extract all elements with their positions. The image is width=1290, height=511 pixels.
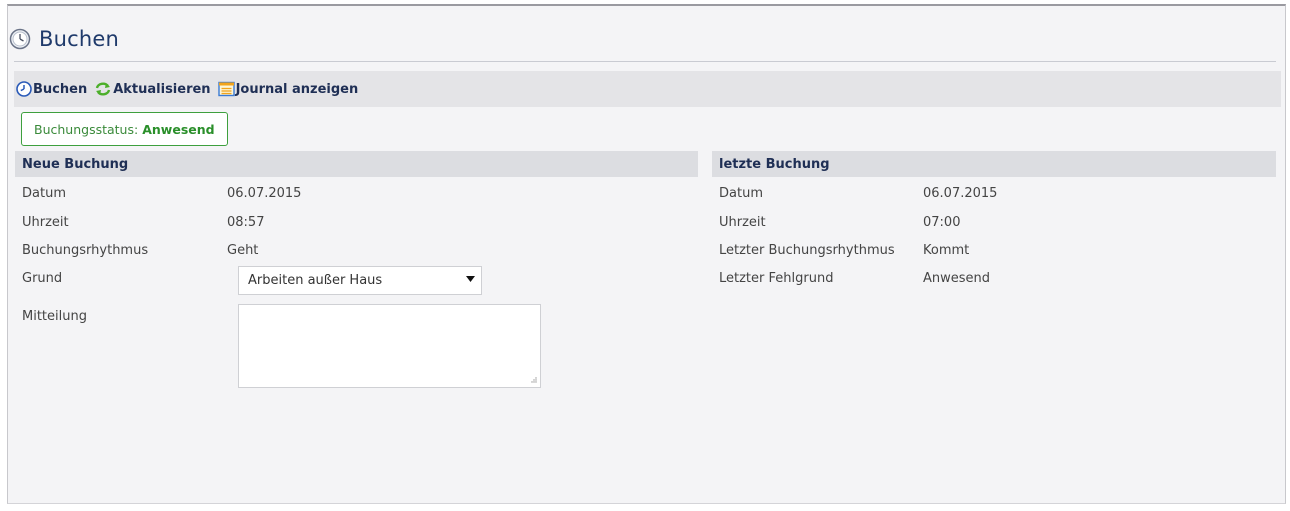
page-header: Buchen — [9, 24, 119, 54]
new-booking-title: Neue Buchung — [22, 156, 129, 172]
field-value: 07:00 — [923, 215, 961, 230]
field-label: Datum — [22, 186, 66, 201]
reason-label: Grund — [22, 271, 63, 286]
status-label: Buchungsstatus: — [34, 121, 139, 137]
message-textarea[interactable] — [238, 304, 541, 388]
field-value: 08:57 — [227, 215, 265, 230]
field-value: 06.07.2015 — [227, 186, 302, 201]
field-label: Letzter Buchungsrhythmus — [719, 243, 895, 258]
reason-select[interactable]: Arbeiten außer Haus — [238, 266, 482, 295]
journal-button-label: Journal anzeigen — [235, 81, 359, 97]
refresh-button[interactable]: Aktualisieren — [94, 81, 211, 97]
new-booking-header: Neue Buchung — [15, 151, 698, 177]
journal-button[interactable]: Journal anzeigen — [217, 81, 359, 97]
dropdown-arrow-icon — [466, 276, 475, 282]
field-value: 06.07.2015 — [923, 186, 998, 201]
refresh-icon — [96, 82, 111, 96]
status-badge: Buchungsstatus: Anwesend — [21, 112, 228, 146]
last-booking-title: letzte Buchung — [719, 156, 830, 172]
field-value: Anwesend — [923, 271, 991, 286]
field-label: Uhrzeit — [22, 215, 69, 230]
toolbar: Buchen Aktualisieren Journal anzeigen — [14, 71, 1281, 107]
status-value: Anwesend — [142, 121, 215, 137]
field-label: Buchungsrhythmus — [22, 243, 149, 258]
reason-selected-value: Arbeiten außer Haus — [248, 273, 383, 288]
booking-clock-icon — [16, 81, 32, 97]
clock-icon — [9, 28, 31, 50]
book-button-label: Buchen — [33, 81, 88, 97]
field-value: Kommt — [923, 243, 970, 258]
resize-grip-icon[interactable] — [530, 377, 537, 384]
field-value: Geht — [227, 243, 259, 258]
page-title: Buchen — [39, 27, 120, 51]
field-label: Uhrzeit — [719, 215, 766, 230]
journal-icon — [217, 81, 235, 97]
refresh-button-label: Aktualisieren — [113, 81, 211, 97]
last-booking-header: letzte Buchung — [712, 151, 1276, 177]
field-label: Datum — [719, 186, 763, 201]
book-button[interactable]: Buchen — [16, 81, 87, 97]
message-label: Mitteilung — [22, 309, 87, 324]
title-divider — [14, 61, 1276, 62]
field-label: Letzter Fehlgrund — [719, 271, 834, 286]
